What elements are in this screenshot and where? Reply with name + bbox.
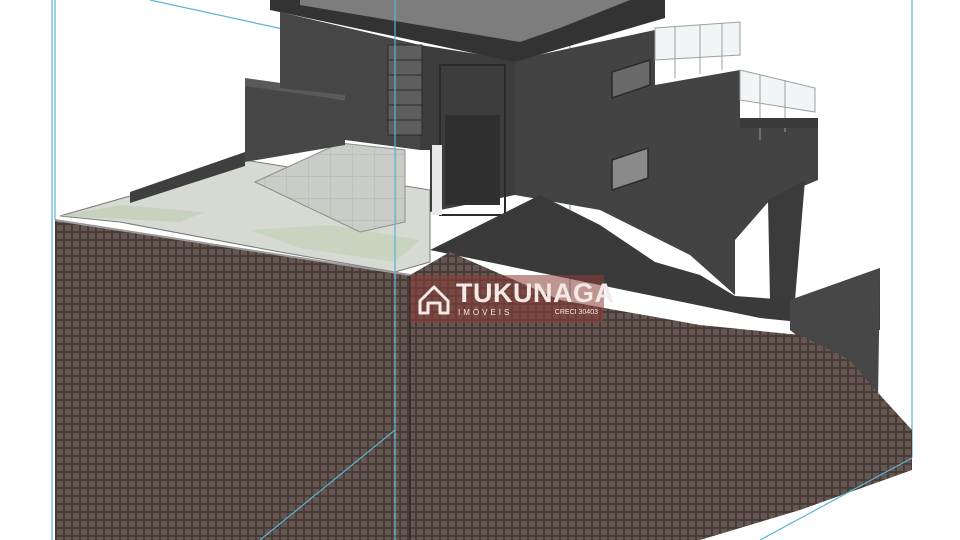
balcony-slab	[740, 118, 818, 128]
house-logo-icon	[418, 285, 450, 315]
watermark-brand: TUKUNAGA	[456, 278, 615, 308]
watermark-creci: CRECI 30403	[554, 309, 598, 316]
soil-section-left	[55, 220, 410, 540]
column	[432, 145, 442, 215]
watermark-subtitle: IMÓVEIS	[458, 308, 513, 317]
balcony-railing-upper	[654, 21, 741, 78]
support-column	[768, 180, 805, 300]
watermark: TUKUNAGA IMÓVEIS CRECI 30403	[410, 275, 614, 323]
house-model-render	[51, 0, 913, 540]
front-glass	[445, 115, 500, 205]
watermark-text: TUKUNAGA IMÓVEIS CRECI 30403	[452, 275, 614, 323]
